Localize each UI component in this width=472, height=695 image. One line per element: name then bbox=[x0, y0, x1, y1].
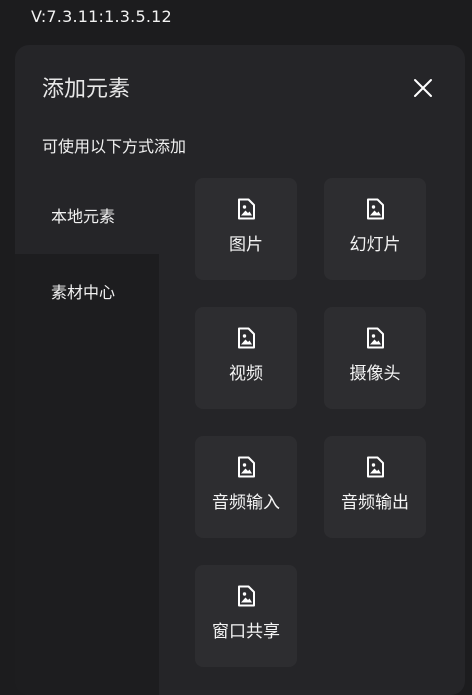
tile-slides[interactable]: 幻灯片 bbox=[324, 178, 426, 280]
nav-item-material-center[interactable]: 素材中心 bbox=[15, 254, 159, 695]
tile-label: 图片 bbox=[229, 235, 263, 255]
tile-image[interactable]: 图片 bbox=[195, 178, 297, 280]
image-file-icon bbox=[365, 456, 385, 478]
nav-item-label: 本地元素 bbox=[51, 207, 116, 226]
nav-item-local-elements[interactable]: 本地元素 bbox=[15, 175, 159, 254]
tile-audio-input[interactable]: 音频输入 bbox=[195, 436, 297, 538]
panel-subtitle: 可使用以下方式添加 bbox=[42, 137, 187, 156]
side-nav: 本地元素 素材中心 bbox=[15, 175, 159, 695]
tile-camera[interactable]: 摄像头 bbox=[324, 307, 426, 409]
version-label: V:7.3.11:1.3.5.12 bbox=[31, 7, 172, 26]
tile-label: 摄像头 bbox=[349, 364, 401, 384]
tile-label: 音频输入 bbox=[212, 493, 280, 513]
tile-label: 音频输出 bbox=[341, 493, 409, 513]
image-file-icon bbox=[236, 456, 256, 478]
image-file-icon bbox=[365, 198, 385, 220]
tile-audio-output[interactable]: 音频输出 bbox=[324, 436, 426, 538]
image-file-icon bbox=[365, 327, 385, 349]
tile-video[interactable]: 视频 bbox=[195, 307, 297, 409]
image-file-icon bbox=[236, 198, 256, 220]
image-file-icon bbox=[236, 327, 256, 349]
image-file-icon bbox=[236, 585, 256, 607]
tile-label: 幻灯片 bbox=[349, 235, 401, 255]
tile-window-share[interactable]: 窗口共享 bbox=[195, 565, 297, 667]
panel-title: 添加元素 bbox=[42, 77, 131, 102]
close-button[interactable] bbox=[410, 75, 436, 101]
tile-label: 窗口共享 bbox=[212, 622, 280, 642]
add-element-panel: 添加元素 可使用以下方式添加 本地元素 素材中心 图片 幻灯片 视频 摄像头 音… bbox=[15, 45, 465, 695]
close-icon bbox=[414, 79, 432, 97]
nav-item-label: 素材中心 bbox=[51, 283, 116, 302]
tile-label: 视频 bbox=[229, 364, 263, 384]
